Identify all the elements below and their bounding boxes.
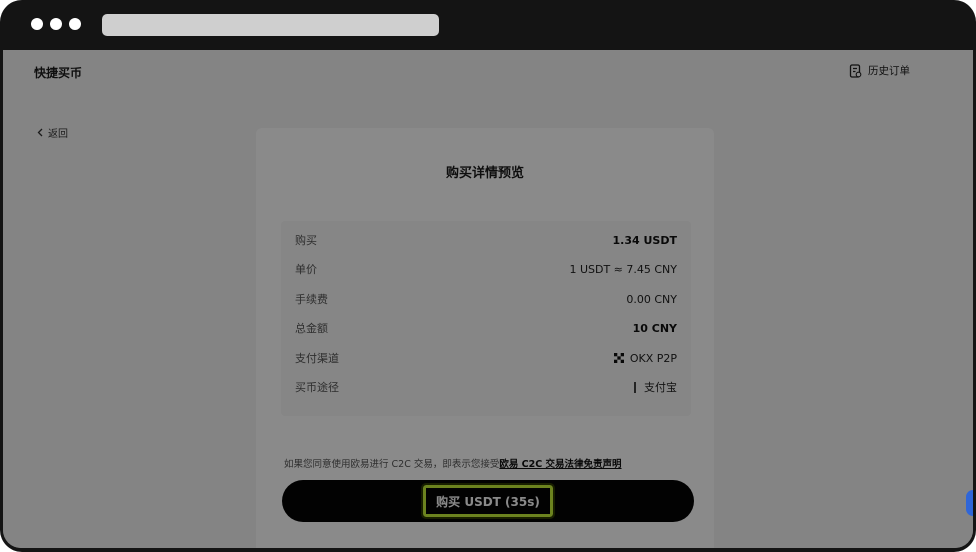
- support-chat-bubble[interactable]: [966, 490, 973, 516]
- detail-value: 支付宝: [634, 379, 677, 395]
- payment-channel-value: OKX P2P: [629, 351, 677, 365]
- receipt-icon: [849, 63, 862, 78]
- buy-usdt-button[interactable]: 购买 USDT (35s): [282, 480, 694, 522]
- history-orders-link[interactable]: 历史订单: [849, 63, 910, 78]
- disclaimer-text: 如果您同意使用欧易进行 C2C 交易，即表示您接受欧易 C2C 交易法律免责声明: [284, 456, 622, 470]
- title-bar: [0, 0, 976, 50]
- detail-label: 支付渠道: [295, 352, 339, 365]
- detail-label: 单价: [295, 263, 317, 276]
- chevron-left-icon: [37, 128, 43, 137]
- disclaimer-body: 如果您同意使用欧易进行 C2C 交易，即表示您接受: [284, 459, 500, 470]
- page-title: 快捷买币: [34, 66, 83, 80]
- back-label: 返回: [48, 129, 68, 140]
- bar-icon: [634, 381, 636, 393]
- detail-value: OKX P2P: [613, 351, 677, 365]
- okx-logo-icon: [613, 353, 624, 363]
- browser-window: 快捷买币 历史订单 返回 购买详情预览 购买 1.34 USDT 单价 1 US…: [0, 0, 976, 552]
- purchase-details: 购买 1.34 USDT 单价 1 USDT ≈ 7.45 CNY 手续费 0.…: [281, 221, 691, 416]
- buy-usdt-button-label: 购买 USDT (35s): [421, 483, 555, 519]
- back-link[interactable]: 返回: [37, 125, 68, 140]
- purchase-preview-card: 购买详情预览 购买 1.34 USDT 单价 1 USDT ≈ 7.45 CNY…: [256, 128, 714, 548]
- purchase-method-value: 支付宝: [644, 381, 677, 394]
- disclaimer-link[interactable]: 欧易 C2C 交易法律免责声明: [499, 459, 621, 470]
- window-minimize-dot[interactable]: [50, 18, 62, 30]
- detail-value: 10 CNY: [632, 321, 677, 335]
- detail-value: 1 USDT ≈ 7.45 CNY: [569, 262, 677, 276]
- detail-label: 总金额: [295, 322, 328, 335]
- detail-row-amount: 购买 1.34 USDT: [295, 232, 677, 248]
- detail-row-payment-channel: 支付渠道 OKX P2P: [295, 350, 677, 366]
- detail-label: 手续费: [295, 293, 328, 306]
- detail-row-unit-price: 单价 1 USDT ≈ 7.45 CNY: [295, 261, 677, 277]
- window-close-dot[interactable]: [31, 18, 43, 30]
- detail-value: 1.34 USDT: [612, 233, 677, 247]
- window-maximize-dot[interactable]: [69, 18, 81, 30]
- detail-label: 购买: [295, 234, 317, 247]
- detail-row-purchase-method: 买币途径 支付宝: [295, 379, 677, 395]
- card-title: 购买详情预览: [445, 166, 524, 181]
- detail-row-total: 总金额 10 CNY: [295, 320, 677, 336]
- history-orders-label: 历史订单: [868, 65, 910, 77]
- address-bar[interactable]: [102, 14, 439, 36]
- page-viewport: 快捷买币 历史订单 返回 购买详情预览 购买 1.34 USDT 单价 1 US…: [3, 50, 973, 548]
- detail-value: 0.00 CNY: [626, 292, 677, 306]
- detail-row-fee: 手续费 0.00 CNY: [295, 291, 677, 307]
- detail-label: 买币途径: [295, 381, 339, 394]
